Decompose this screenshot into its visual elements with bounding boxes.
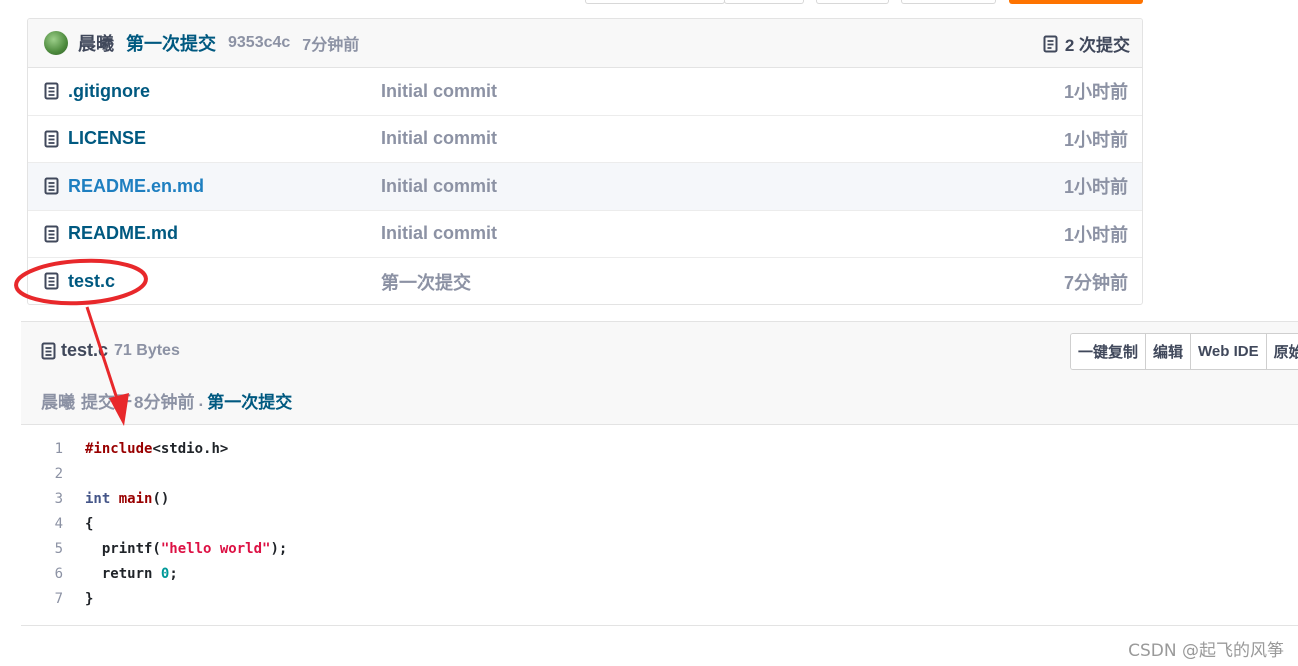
viewer-file-size: 71 Bytes <box>114 341 180 359</box>
line-number[interactable]: 2 <box>21 466 63 482</box>
code-line: 6 return 0; <box>21 561 178 586</box>
code-token: <stdio.h> <box>152 440 229 457</box>
code-token: main <box>118 490 153 507</box>
file-list-panel: 晨曦 第一次提交 9353c4c 7分钟前 2 次提交 .gitignore I… <box>27 18 1143 305</box>
code-text: } <box>85 590 94 607</box>
code-text: { <box>85 515 94 532</box>
viewer-commit-link[interactable]: 第一次提交 <box>207 388 292 413</box>
file-icon <box>44 130 59 147</box>
toolbar-button[interactable] <box>816 0 889 4</box>
viewer-file-name: test.c <box>61 340 109 360</box>
file-icon <box>44 225 59 242</box>
file-time: 1小时前 <box>1063 224 1128 245</box>
file-time: 7分钟前 <box>1063 272 1128 293</box>
code-line: 2 <box>21 461 63 486</box>
file-action-buttons: 一键复制 编辑 Web IDE 原始 <box>1070 333 1298 370</box>
web-ide-button[interactable]: Web IDE <box>1191 334 1267 369</box>
file-row[interactable]: README.en.md Initial commit 1小时前 <box>28 163 1142 211</box>
file-icon <box>44 177 59 195</box>
edit-button[interactable]: 编辑 <box>1146 334 1192 369</box>
code-token: () <box>152 490 170 507</box>
file-icon <box>44 82 59 100</box>
viewer-committed-time: 8分钟前 <box>134 393 195 412</box>
file-commit-link[interactable]: Initial commit <box>381 223 497 244</box>
viewer-author[interactable]: 晨曦 <box>41 388 75 413</box>
file-name-link[interactable]: README.md <box>68 223 178 244</box>
file-name-link[interactable]: LICENSE <box>68 128 146 149</box>
file-viewer-title: test.c 71 Bytes <box>41 340 180 361</box>
commit-count-link[interactable]: 2 次提交 <box>1043 19 1130 68</box>
file-commit-link[interactable]: Initial commit <box>381 176 497 197</box>
clone-download-button[interactable] <box>1009 0 1143 4</box>
commit-count-label: 2 次提交 <box>1064 36 1130 55</box>
commit-author[interactable]: 晨曦 <box>78 30 114 56</box>
file-time: 1小时前 <box>1063 177 1128 198</box>
file-row[interactable]: test.c 第一次提交 7分钟前 <box>28 258 1142 304</box>
code-token: "hello world" <box>160 540 271 557</box>
code-line: 5 printf("hello world"); <box>21 536 288 561</box>
commit-time: 7分钟前 <box>302 37 360 54</box>
watermark: CSDN @起飞的风筝 <box>1128 641 1284 661</box>
code-token: return <box>85 565 153 582</box>
code-token: int <box>85 490 111 507</box>
code-token: ); <box>270 540 288 557</box>
line-number[interactable]: 5 <box>21 541 63 557</box>
file-icon <box>41 342 56 359</box>
code-token: printf( <box>85 540 161 557</box>
file-name-link[interactable]: test.c <box>68 271 115 292</box>
file-icon <box>44 272 59 290</box>
line-number[interactable]: 6 <box>21 566 63 582</box>
code-token: #include <box>85 440 153 457</box>
viewer-commit-meta: 晨曦 提交于 8分钟前 . 第一次提交 <box>41 388 292 413</box>
file-commit-link[interactable]: Initial commit <box>381 128 497 149</box>
code-line: 3 int main() <box>21 486 170 511</box>
file-commit-link[interactable]: 第一次提交 <box>381 269 471 295</box>
line-number[interactable]: 3 <box>21 491 63 507</box>
viewer-committed-prefix: 提交于 <box>81 393 132 412</box>
code-text: return 0; <box>85 566 178 582</box>
branch-select[interactable] <box>585 0 725 4</box>
file-row[interactable]: README.md Initial commit 1小时前 <box>28 211 1142 258</box>
avatar[interactable] <box>44 31 68 55</box>
file-time: 1小时前 <box>1063 82 1128 103</box>
file-name-link[interactable]: .gitignore <box>68 81 150 102</box>
line-number[interactable]: 1 <box>21 441 63 457</box>
commits-icon <box>1043 35 1058 52</box>
code-viewer: 1 #include<stdio.h> 2 3 int main() 4 { 5… <box>21 426 1298 626</box>
code-text: printf("hello world"); <box>85 541 287 557</box>
commit-sha[interactable]: 9353c4c <box>228 34 290 52</box>
code-line: 4 { <box>21 511 94 536</box>
code-token: ; <box>169 565 178 582</box>
toolbar-button[interactable] <box>901 0 996 4</box>
file-commit-link[interactable]: Initial commit <box>381 81 497 102</box>
file-time: 1小时前 <box>1063 129 1128 150</box>
code-text: #include<stdio.h> <box>85 441 228 457</box>
latest-commit-bar: 晨曦 第一次提交 9353c4c 7分钟前 2 次提交 <box>28 19 1142 68</box>
line-number[interactable]: 7 <box>21 591 63 607</box>
file-row[interactable]: .gitignore Initial commit 1小时前 <box>28 68 1142 116</box>
viewer-separator: . <box>198 390 204 410</box>
file-name-link[interactable]: README.en.md <box>68 176 204 197</box>
file-viewer-header: test.c 71 Bytes 晨曦 提交于 8分钟前 . 第一次提交 一键复制… <box>21 321 1298 425</box>
code-text: int main() <box>85 491 169 507</box>
code-line: 7 } <box>21 586 94 611</box>
commit-message-link[interactable]: 第一次提交 <box>126 30 216 56</box>
line-number[interactable]: 4 <box>21 516 63 532</box>
tag-select[interactable] <box>724 0 804 4</box>
copy-button[interactable]: 一键复制 <box>1071 334 1147 369</box>
file-row[interactable]: LICENSE Initial commit 1小时前 <box>28 116 1142 163</box>
code-line: 1 #include<stdio.h> <box>21 436 229 461</box>
raw-button[interactable]: 原始 <box>1266 334 1298 369</box>
